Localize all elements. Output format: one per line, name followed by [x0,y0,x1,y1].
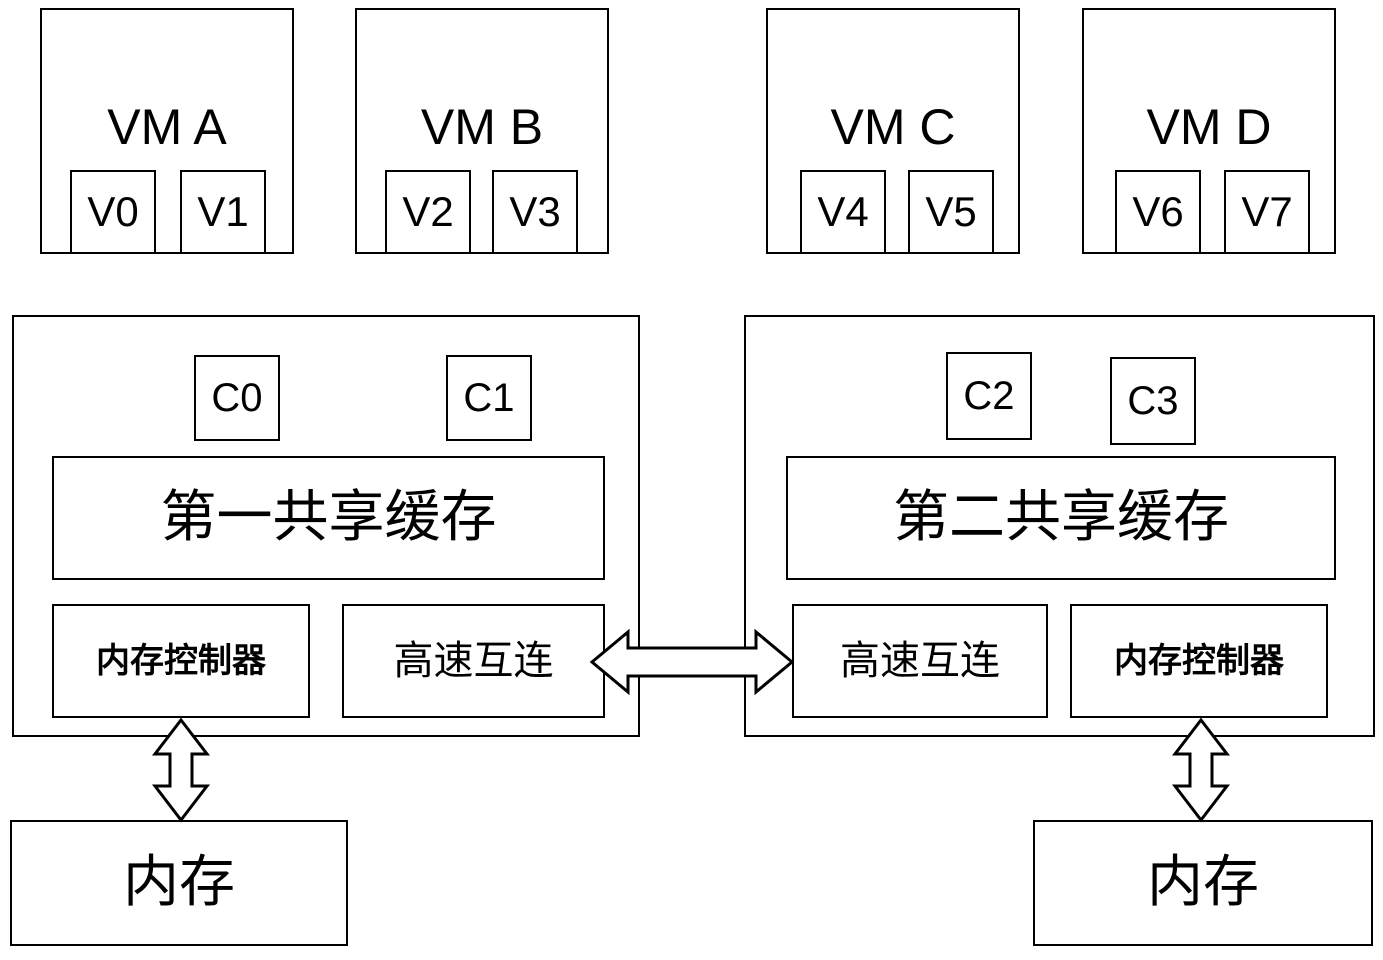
shared-cache-label-2: 第二共享缓存 [893,485,1229,550]
shared-cache-label-1: 第一共享缓存 [160,485,497,550]
interconnect-label-1: 高速互连 [393,638,554,684]
core-label-c2: C2 [963,374,1015,418]
core-label-c1: C1 [463,376,515,420]
vcpu-label-v4: V4 [817,188,869,235]
vcpu-label-v2: V2 [402,188,454,235]
vcpu-label-v6: V6 [1132,188,1184,235]
vcpu-label-v7: V7 [1241,188,1293,235]
vcpu-label-v1: V1 [197,188,249,235]
core-label-c0: C0 [211,376,263,420]
diagram-canvas: VM A V0 V1 VM B V2 V3 VM C V4 V5 VM D V6… [0,0,1383,960]
memory-controller-label-1: 内存控制器 [96,641,266,681]
interconnect-label-2: 高速互连 [840,638,1000,684]
interconnect-arrow [589,628,795,696]
vm-title-a: VM A [107,99,227,155]
memory-controller-label-2: 内存控制器 [1114,641,1284,681]
vcpu-label-v5: V5 [925,188,977,235]
vm-title-d: VM D [1146,99,1272,155]
memory-label-2: 内存 [1147,850,1259,915]
left-memory-arrow [151,717,211,823]
right-memory-arrow [1171,717,1231,823]
core-label-c3: C3 [1127,379,1179,423]
vm-title-c: VM C [830,99,956,155]
vcpu-label-v3: V3 [509,188,561,235]
vm-title-b: VM B [420,99,544,155]
vcpu-label-v0: V0 [87,188,139,235]
memory-label-1: 内存 [123,850,235,915]
